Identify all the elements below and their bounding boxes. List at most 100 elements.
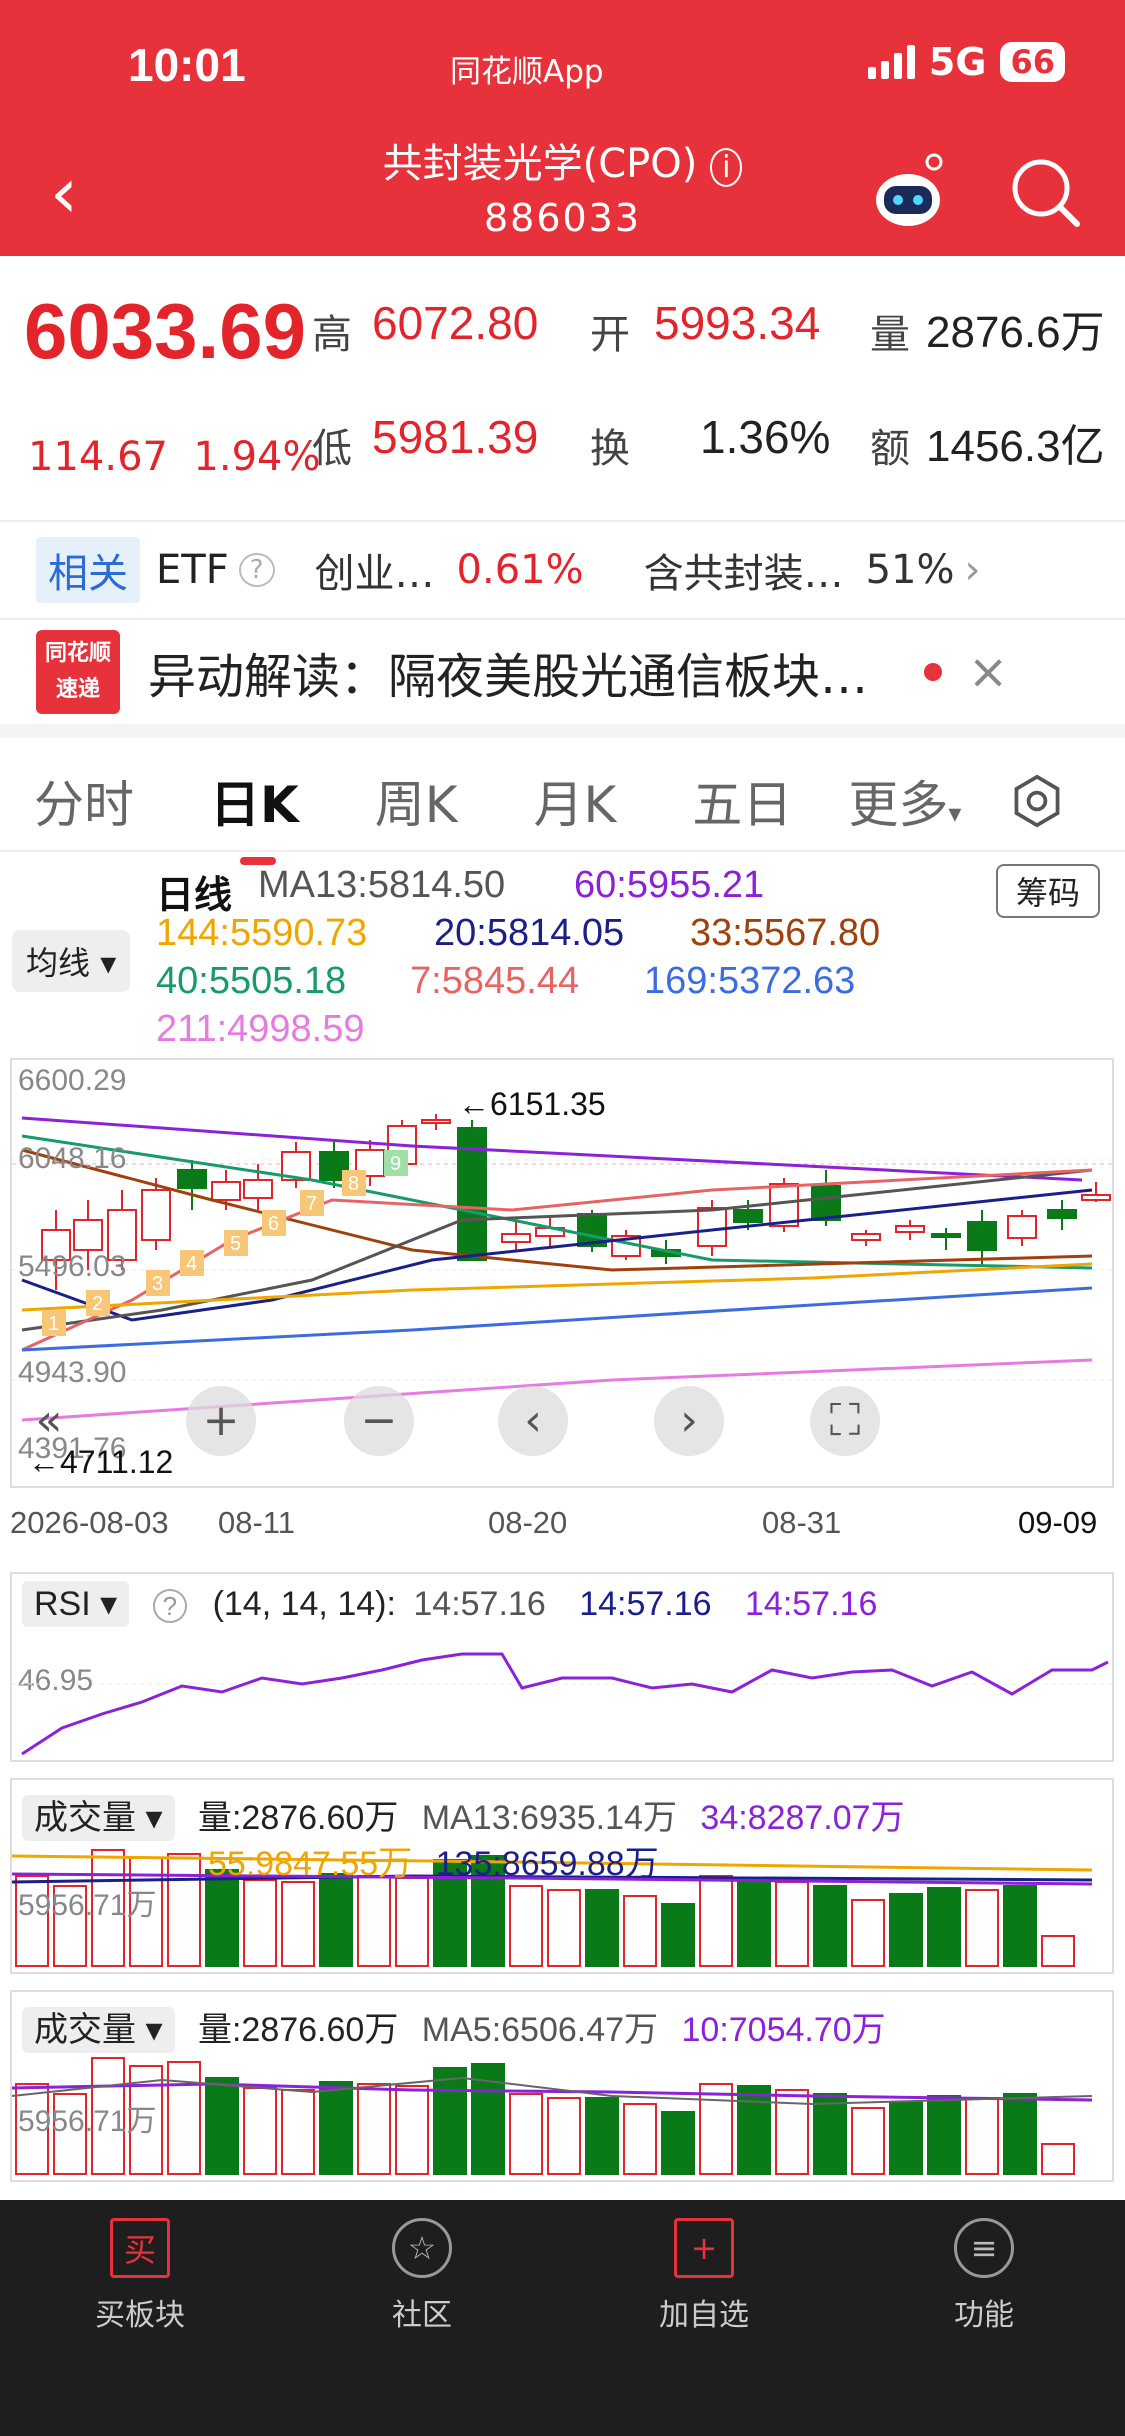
volume-header-1: 成交量 ▾ 量:2876.60万 MA13:6935.14万 34:8287.0… (22, 1790, 905, 1841)
y-tick-3: 5496.03 (18, 1250, 127, 1283)
close-icon[interactable]: × (968, 644, 1008, 700)
bottom-toolbar: 买 买板块 ☆ 社区 + 加自选 ≡ 功能 (0, 2200, 1125, 2436)
volume-bar (965, 1889, 999, 1967)
candle-body (1047, 1209, 1077, 1219)
chip-button[interactable]: 筹码 (996, 864, 1101, 918)
rsi-panel[interactable]: RSI ▾ ? (14, 14, 14): 14:57.16 14:57.16 … (10, 1572, 1114, 1762)
volume-name: 成交量 (34, 2011, 136, 2049)
volume-bar (775, 1881, 809, 1967)
volume-bar (661, 1903, 695, 1967)
candle-body (895, 1225, 925, 1233)
community-label: 社区 (392, 2298, 452, 2333)
candle-body (243, 1179, 273, 1199)
open-value: 5993.34 (654, 297, 821, 349)
y-tick-top: 6600.29 (18, 1064, 127, 1097)
candle-body (811, 1185, 841, 1221)
robot-icon[interactable] (870, 152, 950, 232)
community-icon: ☆ (392, 2218, 452, 2278)
volume-panel-1[interactable]: 成交量 ▾ 量:2876.60万 MA13:6935.14万 34:8287.0… (10, 1778, 1114, 1974)
volume-bar (851, 1899, 885, 1967)
volume-bar (1041, 2143, 1075, 2175)
period-tabs: 分时 日K 周K 月K 五日 更多▾ (0, 752, 1125, 865)
tab-daily-k[interactable]: 日K (210, 765, 299, 865)
volume-bar (813, 2093, 847, 2175)
zoom-in-icon[interactable]: + (186, 1386, 256, 1456)
volume-bar (1003, 1885, 1037, 1967)
chevron-right-icon[interactable]: › (965, 547, 981, 593)
tab-more-label: 更多 (848, 776, 949, 834)
volume-bar (281, 2089, 315, 2175)
volume-bar (357, 1875, 391, 1967)
signal-icon (867, 45, 915, 79)
volume-selector[interactable]: 成交量 ▾ (22, 1795, 175, 1841)
last-price: 6033.69 (24, 287, 306, 375)
date-label: 09-09 (1018, 1505, 1098, 1540)
tab-more[interactable]: 更多▾ (848, 765, 961, 837)
fullscreen-icon[interactable]: ⛶ (810, 1386, 880, 1456)
help-icon[interactable]: ? (238, 553, 275, 587)
volume-bar (395, 2085, 429, 2175)
volume-ma135: 135:8659.88万 (435, 1845, 659, 1883)
candle-body (177, 1169, 207, 1189)
battery-icon: 66 (1000, 42, 1065, 82)
volume-panel-2[interactable]: 成交量 ▾ 量:2876.60万 MA5:6506.47万 10:7054.70… (10, 1990, 1114, 2182)
add-watchlist-button[interactable]: + 加自选 (604, 2218, 804, 2334)
date-label: 08-11 (218, 1505, 295, 1540)
buy-sector-button[interactable]: 买 买板块 (40, 2218, 240, 2334)
status-app-label: 同花顺App (450, 54, 604, 90)
stock-code: 886033 (483, 196, 642, 240)
next-icon[interactable]: › (654, 1386, 724, 1456)
ma-selector[interactable]: 均线 ▾ (12, 930, 131, 992)
volume-bar (205, 2077, 239, 2175)
tab-monthly-k[interactable]: 月K (534, 765, 617, 837)
volume-bar (547, 1889, 581, 1967)
td-sequence-label: 6 (268, 1213, 279, 1235)
price-change: 114.67 1.94% (28, 434, 320, 480)
td-sequence-label: 7 (306, 1193, 317, 1215)
prev-icon[interactable]: ‹ (498, 1386, 568, 1456)
candle-body (967, 1221, 997, 1251)
volume-bar (889, 2101, 923, 2175)
date-label: 08-31 (762, 1505, 842, 1540)
volume-bar (927, 2095, 961, 2175)
ma13-value: MA13:5814.50 (258, 864, 506, 906)
tab-weekly-k[interactable]: 周K (375, 765, 458, 837)
related-etf-row[interactable]: 相关 ETF ? 创业… 0.61% 含共封装… 51% › (0, 520, 1125, 620)
candle-body (1007, 1215, 1037, 1239)
info-icon[interactable]: i (710, 148, 743, 187)
volume-bar (243, 2087, 277, 2175)
volume-bar (927, 1887, 961, 1967)
volume-bar (395, 1877, 429, 1967)
high-value: 6072.80 (372, 297, 539, 349)
add-watchlist-label: 加自选 (659, 2298, 749, 2333)
candle-body (733, 1209, 763, 1223)
fast-back-icon[interactable]: « (14, 1386, 84, 1456)
tab-five-day[interactable]: 五日 (692, 765, 792, 837)
status-bar: 10:01 同花顺App 5G 66 (0, 0, 1125, 128)
settings-icon[interactable] (1009, 773, 1065, 829)
ma-selector-label: 均线 (26, 944, 91, 982)
volume-bar (699, 1875, 733, 1967)
td-sequence-label: 4 (186, 1253, 197, 1275)
volume-header-2: 成交量 ▾ 量:2876.60万 MA5:6506.47万 10:7054.70… (22, 2002, 886, 2053)
caret-down-icon: ▾ (948, 799, 962, 829)
volume-bar (737, 2085, 771, 2175)
candle-body (697, 1207, 727, 1247)
zoom-out-icon[interactable]: − (344, 1386, 414, 1456)
search-icon[interactable] (1005, 152, 1085, 232)
volume-selector[interactable]: 成交量 ▾ (22, 2007, 175, 2053)
ma7-value: 7:5845.44 (410, 960, 580, 1002)
quote-panel: 6033.69 114.67 1.94% 高 6072.80 开 5993.34… (0, 256, 1125, 512)
functions-label: 功能 (954, 2298, 1014, 2333)
community-button[interactable]: ☆ 社区 (322, 2218, 522, 2334)
news-banner[interactable]: 同花顺 速递 异动解读：隔夜美股光通信板块… × (0, 620, 1125, 738)
low-label: 低 (312, 426, 352, 472)
functions-button[interactable]: ≡ 功能 (884, 2218, 1084, 2334)
volume-ma5: MA5:6506.47万 (421, 2011, 659, 2049)
date-label: 2026-08-03 (10, 1505, 169, 1540)
candle-body (851, 1233, 881, 1241)
volume-bar (965, 2097, 999, 2175)
volume-bar (509, 1885, 543, 1967)
candle-body (1081, 1194, 1111, 1201)
tab-timeshare[interactable]: 分时 (34, 765, 134, 837)
